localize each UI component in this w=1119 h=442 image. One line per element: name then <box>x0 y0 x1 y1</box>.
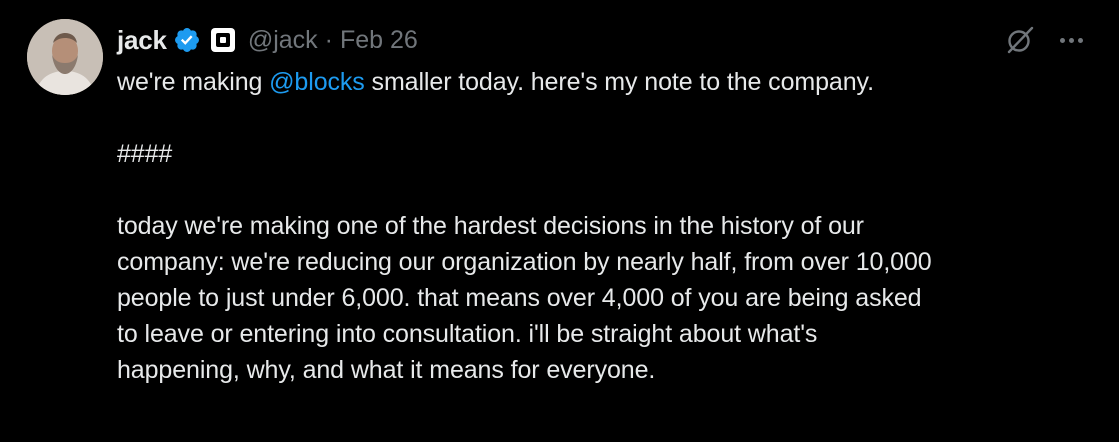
text-segment: smaller today. here's my note to the com… <box>364 68 874 96</box>
more-options-icon[interactable] <box>1054 25 1088 55</box>
tweet-text: we're making @blocks smaller today. here… <box>117 64 1097 388</box>
grok-icon[interactable] <box>1005 25 1035 55</box>
paragraph-line: people to just under 6,000. that means o… <box>117 284 922 312</box>
verified-badge-icon <box>173 26 201 54</box>
tweet-header: jack @jack · Feb 26 <box>117 22 418 58</box>
avatar[interactable] <box>27 19 103 95</box>
block-affiliation-icon[interactable] <box>210 28 235 52</box>
mention-link[interactable]: @blocks <box>269 68 365 96</box>
paragraph-line: to leave or entering into consultation. … <box>117 320 818 348</box>
paragraph-line: company: we're reducing our organization… <box>117 248 932 276</box>
paragraph-line: today we're making one of the hardest de… <box>117 212 864 240</box>
separator: · <box>324 25 333 54</box>
author-name[interactable]: jack <box>117 25 167 56</box>
text-segment: we're making <box>117 68 270 96</box>
divider-text: #### <box>117 140 173 168</box>
tweet: jack @jack · Feb 26 we're making @blocks… <box>0 0 1119 442</box>
tweet-date[interactable]: Feb 26 <box>340 26 418 55</box>
author-handle[interactable]: @jack <box>248 26 318 55</box>
paragraph-line: happening, why, and what it means for ev… <box>117 356 656 384</box>
tweet-line: we're making @blocks smaller today. here… <box>117 64 1097 100</box>
